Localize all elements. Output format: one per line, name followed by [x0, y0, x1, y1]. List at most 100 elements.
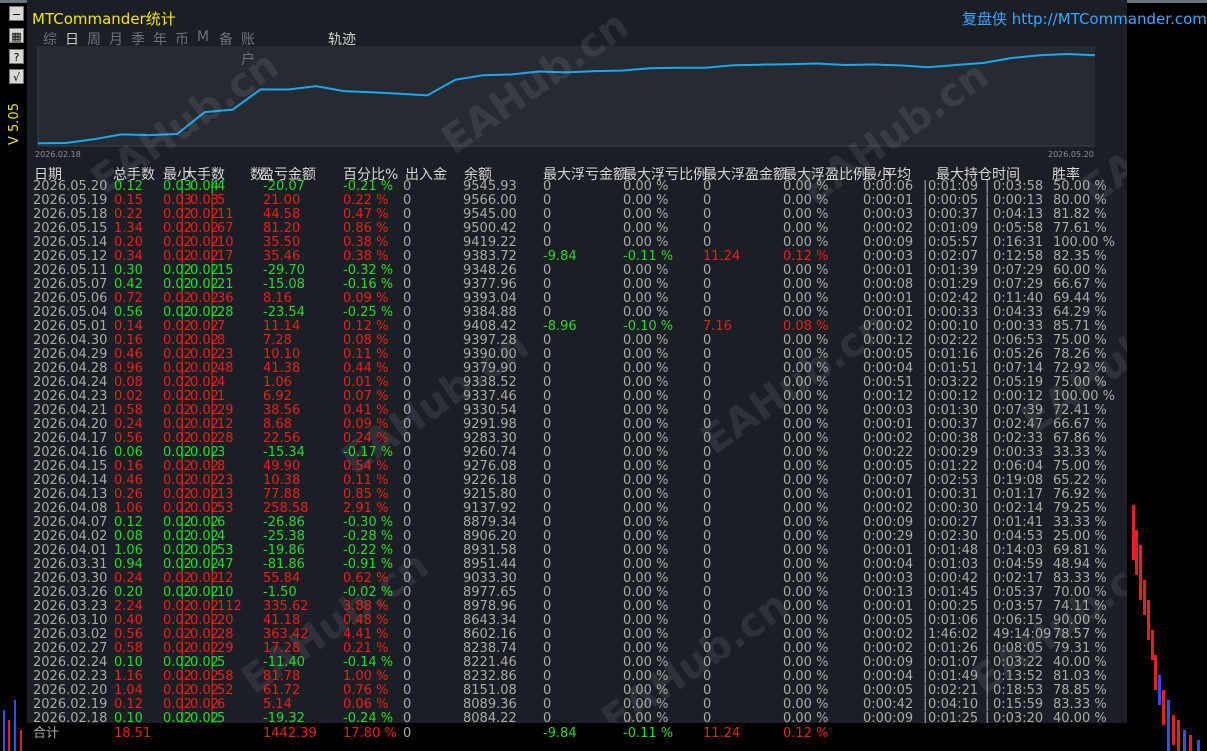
- cell-bal: 9566.00: [463, 193, 517, 208]
- cell-fl: 0: [543, 599, 552, 614]
- cell-io: 0: [403, 389, 412, 404]
- cell-separator: |: [923, 599, 928, 614]
- cell-separator: |: [985, 683, 990, 698]
- cell-fl: 0: [543, 277, 552, 292]
- cell-max: 0.03: [190, 193, 219, 208]
- cell-n: 12: [217, 417, 234, 432]
- cell-n: 5: [217, 655, 226, 670]
- cell-pct: 0.06 %: [343, 697, 389, 712]
- cell-tavg: 0:02:30: [928, 529, 979, 544]
- cell-bal: 8232.86: [463, 669, 517, 684]
- cell-tmin: 0:00:13: [863, 585, 914, 600]
- cell-fpp: 0.00 %: [783, 683, 829, 698]
- tab-2[interactable]: 日: [65, 29, 79, 49]
- cell-bal: 9393.04: [463, 291, 517, 306]
- cell-bal: 9226.18: [463, 473, 517, 488]
- cell-fp: 0: [703, 683, 712, 698]
- cell-fp: 0: [703, 417, 712, 432]
- tab-1[interactable]: 综: [43, 29, 57, 49]
- cell-date: 2026.04.28: [33, 361, 108, 376]
- cell-tmax: 0:05:19: [993, 375, 1044, 390]
- cell-n: 58: [217, 669, 234, 684]
- cell-separator: |: [210, 627, 215, 642]
- tab-6[interactable]: 年: [153, 29, 167, 49]
- cell-flp: -0.11 %: [623, 249, 674, 264]
- cell-fp: 0: [703, 501, 712, 516]
- cell-io: 0: [403, 305, 412, 320]
- cell-separator: |: [985, 207, 990, 222]
- cell-fl: 0: [543, 347, 552, 362]
- cell-bal: 9338.52: [463, 375, 517, 390]
- tab-7[interactable]: 币: [175, 29, 189, 49]
- total-fpp: 0.12 %: [783, 726, 829, 741]
- cell-pct: -0.30 %: [343, 515, 394, 530]
- cell-max: 0.02: [190, 655, 219, 670]
- cell-tmax: 0:05:26: [993, 347, 1044, 362]
- cell-fpp: 0.00 %: [783, 543, 829, 558]
- cell-fp: 0: [703, 585, 712, 600]
- cell-tavg: 0:04:10: [928, 697, 979, 712]
- cell-separator: |: [923, 277, 928, 292]
- cell-separator: |: [923, 487, 928, 502]
- cell-fl: 0: [543, 263, 552, 278]
- cell-max: 0.02: [190, 669, 219, 684]
- cell-flp: 0.00 %: [623, 389, 669, 404]
- cell-separator: |: [985, 613, 990, 628]
- cell-flp: 0.00 %: [623, 445, 669, 460]
- cell-win: 77.61 %: [1053, 221, 1107, 236]
- chart-button[interactable]: √: [9, 69, 24, 84]
- cell-tmin: 0:00:03: [863, 403, 914, 418]
- grid-button[interactable]: ▦: [9, 28, 24, 43]
- cell-tmin: 0:00:12: [863, 389, 914, 404]
- cell-fpp: 0.08 %: [783, 319, 829, 334]
- cell-separator: |: [923, 683, 928, 698]
- tab-3[interactable]: 周: [87, 29, 101, 49]
- cell-io: 0: [403, 459, 412, 474]
- cell-tmin: 0:00:02: [863, 501, 914, 516]
- cell-flp: 0.00 %: [623, 585, 669, 600]
- tab-8[interactable]: M: [197, 29, 209, 45]
- cell-fl: 0: [543, 375, 552, 390]
- cell-max: 0.02: [190, 277, 219, 292]
- candle: [1147, 600, 1150, 640]
- cell-pct: 0.11 %: [343, 473, 389, 488]
- cell-tavg: 0:02:22: [928, 333, 979, 348]
- tab-9[interactable]: 备: [219, 29, 233, 49]
- cell-min: 0.02: [163, 515, 192, 530]
- cell-io: 0: [403, 683, 412, 698]
- tab-5[interactable]: 季: [131, 29, 145, 49]
- cell-io: 0: [403, 487, 412, 502]
- cell-separator: |: [180, 417, 185, 432]
- cell-bal: 9137.92: [463, 501, 517, 516]
- cell-tmax: 0:04:53: [993, 529, 1044, 544]
- cell-bal: 8977.65: [463, 585, 517, 600]
- cell-pct: 0.09 %: [343, 291, 389, 306]
- cell-fl: 0: [543, 571, 552, 586]
- cell-separator: |: [180, 473, 185, 488]
- cell-date: 2026.04.17: [33, 431, 108, 446]
- cell-bal: 9419.22: [463, 235, 517, 250]
- cell-fpp: 0.12 %: [783, 249, 829, 264]
- cell-min: 0.02: [163, 487, 192, 502]
- cell-flp: 0.00 %: [623, 473, 669, 488]
- help-button[interactable]: ?: [9, 49, 24, 64]
- cell-lots: 1.16: [114, 669, 143, 684]
- cell-bal: 8089.36: [463, 697, 517, 712]
- tab-4[interactable]: 月: [109, 29, 123, 49]
- candle: [14, 700, 16, 751]
- cell-pct: 0.22 %: [343, 193, 389, 208]
- cell-fl: 0: [543, 655, 552, 670]
- cell-flp: 0.00 %: [623, 403, 669, 418]
- cell-pnl: 55.84: [263, 571, 301, 586]
- cell-separator: |: [180, 375, 185, 390]
- minimize-button[interactable]: −: [9, 6, 24, 21]
- cell-lots: 0.22: [114, 207, 143, 222]
- cell-lots: 0.02: [114, 389, 143, 404]
- cell-fpp: 0.00 %: [783, 179, 829, 194]
- cell-date: 2026.03.10: [33, 613, 108, 628]
- tab-10[interactable]: 账户: [241, 29, 255, 69]
- cell-min: 0.02: [163, 669, 192, 684]
- cell-n: 8: [217, 333, 226, 348]
- cell-max: 0.02: [190, 697, 219, 712]
- cell-separator: |: [985, 263, 990, 278]
